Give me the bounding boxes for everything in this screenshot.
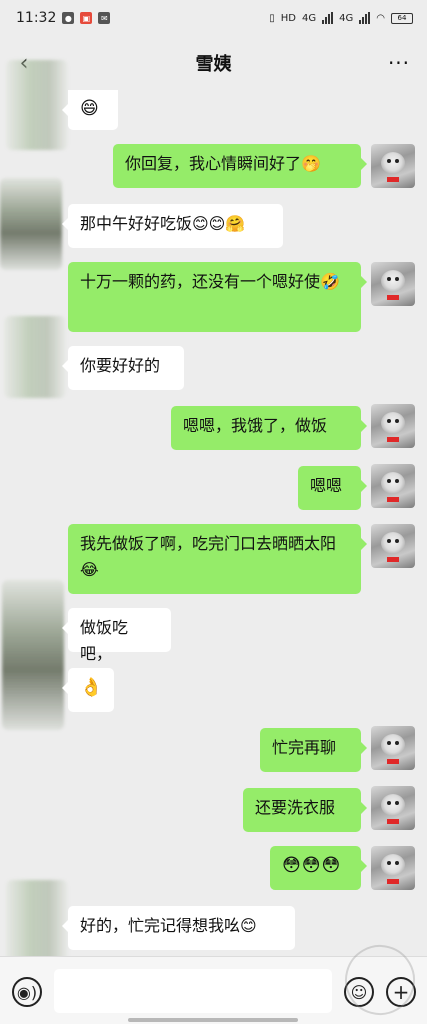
outgoing-message[interactable]: 嗯嗯，我饿了，做饭: [171, 406, 367, 450]
contact-avatar[interactable]: [4, 316, 66, 398]
contact-avatar[interactable]: [2, 580, 64, 730]
incoming-message[interactable]: 👌: [62, 668, 114, 712]
message-input[interactable]: [54, 969, 332, 1013]
status-right: ▯ HD 4G 4G ◠ 64: [269, 12, 413, 24]
more-icon: ···: [387, 51, 411, 75]
hd-label: HD: [280, 12, 297, 24]
outgoing-message[interactable]: 我先做饭了啊，吃完门口去晒晒太阳😂: [68, 524, 367, 594]
my-avatar[interactable]: [371, 144, 415, 188]
app-notification-icon: ▣: [80, 12, 93, 24]
chat-title: 雪姨: [195, 54, 232, 75]
outgoing-message[interactable]: 😳😳😳: [270, 846, 367, 890]
contact-avatar[interactable]: [0, 178, 62, 270]
my-avatar[interactable]: [371, 262, 415, 306]
network-label-1: 4G: [302, 12, 317, 24]
my-avatar[interactable]: [371, 786, 415, 830]
home-indicator[interactable]: [128, 1018, 298, 1022]
status-left: 11:32 ● ▣ ✉: [16, 10, 111, 26]
message-list[interactable]: 😄 你回复，我心情瞬间好了🤭 那中午好好吃饭😊😊🤗 十万一颗的药，还没有一个嗯好…: [0, 60, 427, 966]
more-options-button[interactable]: ···: [385, 50, 413, 76]
my-avatar[interactable]: [371, 464, 415, 508]
incoming-message[interactable]: 那中午好好吃饭😊😊🤗: [62, 204, 283, 248]
mail-icon: ✉: [98, 12, 111, 24]
incoming-message[interactable]: 做饭吃吧，: [62, 608, 171, 663]
voice-icon: ◉): [16, 982, 38, 1002]
my-avatar[interactable]: [371, 524, 415, 568]
battery-level: 64: [397, 14, 407, 22]
incoming-message[interactable]: 你要好好的: [62, 346, 184, 390]
vibrate-icon: ▯: [269, 12, 275, 24]
battery-icon: 64: [391, 12, 413, 24]
outgoing-message[interactable]: 十万一颗的药，还没有一个嗯好使🤣: [68, 262, 367, 332]
outgoing-message[interactable]: 嗯嗯: [298, 466, 367, 510]
my-avatar[interactable]: [371, 404, 415, 448]
wifi-icon: ◠: [376, 12, 385, 24]
contact-avatar[interactable]: [6, 60, 68, 150]
voice-button[interactable]: ◉): [12, 977, 42, 1007]
my-avatar[interactable]: [371, 846, 415, 890]
outgoing-message[interactable]: 你回复，我心情瞬间好了🤭: [113, 144, 367, 188]
incoming-message[interactable]: 好的，忙完记得想我吆😊: [62, 906, 295, 950]
network-label-2: 4G: [339, 12, 354, 24]
outgoing-message[interactable]: 还要洗衣服: [243, 788, 367, 832]
status-bar: 11:32 ● ▣ ✉ ▯ HD 4G 4G ◠ 64: [0, 0, 427, 36]
signal-icon: [322, 12, 334, 24]
outgoing-message[interactable]: 忙完再聊: [260, 728, 367, 772]
signal-icon-2: [359, 12, 371, 24]
contact-avatar[interactable]: [6, 880, 68, 966]
my-avatar[interactable]: [371, 726, 415, 770]
status-time: 11:32: [16, 10, 57, 26]
shield-icon: ●: [62, 12, 75, 24]
incoming-message[interactable]: 😄: [62, 90, 118, 130]
